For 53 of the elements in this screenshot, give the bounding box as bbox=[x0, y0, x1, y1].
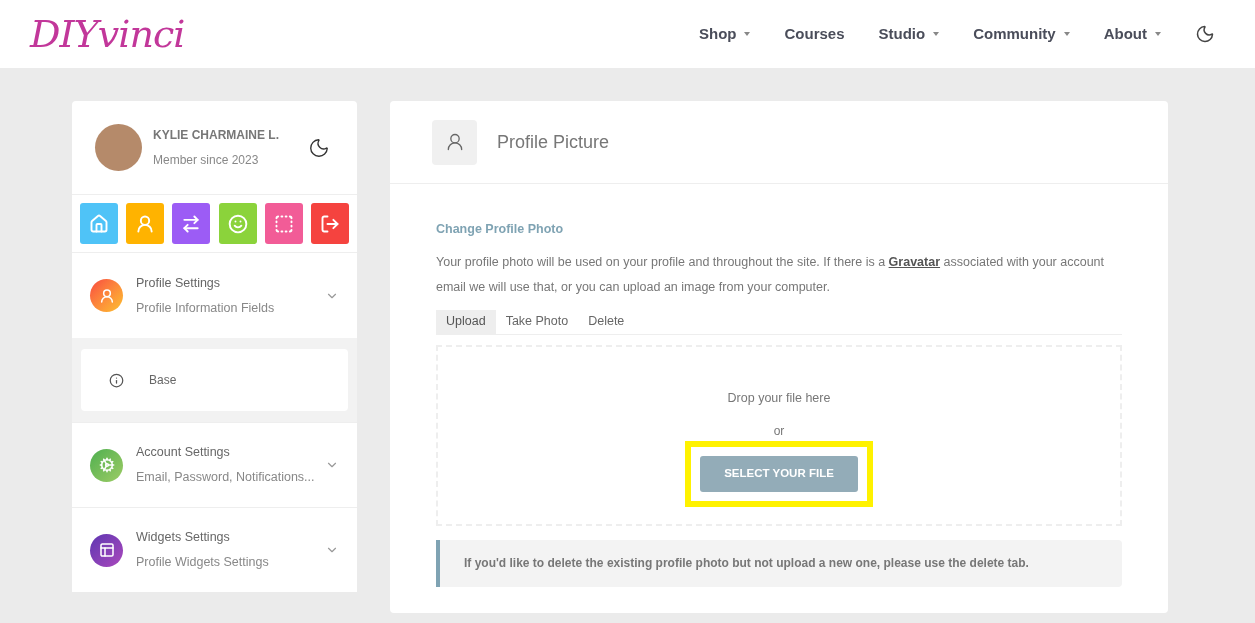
shortcut-tile[interactable] bbox=[264, 203, 303, 244]
shortcut-tile[interactable] bbox=[80, 203, 118, 244]
frame-icon bbox=[273, 213, 294, 234]
nav-link[interactable]: About bbox=[1103, 22, 1161, 46]
section-title: Profile Settings bbox=[136, 274, 222, 292]
house-icon bbox=[89, 213, 109, 234]
gravatar-link[interactable]: Gravatar bbox=[888, 254, 941, 269]
caret-icon bbox=[1155, 32, 1161, 36]
or-text: or bbox=[773, 422, 785, 440]
caret-icon bbox=[744, 32, 751, 36]
shortcut-tile[interactable] bbox=[126, 203, 165, 244]
moon-icon[interactable] bbox=[308, 136, 330, 159]
section-title: Account Settings bbox=[136, 444, 231, 462]
caret-icon bbox=[933, 32, 940, 36]
gears-icon bbox=[98, 457, 115, 473]
avatar-photo-placeholder bbox=[95, 124, 142, 171]
sub-menu-label: Base bbox=[149, 372, 177, 389]
nav-link[interactable]: Shop bbox=[699, 22, 751, 46]
exit-icon bbox=[319, 213, 340, 234]
page-title: Profile Picture bbox=[497, 130, 610, 154]
person-icon bbox=[135, 213, 156, 234]
person-icon bbox=[98, 287, 115, 304]
shortcut-tile[interactable] bbox=[172, 203, 211, 244]
section-subtitle: Email, Password, Notifications... bbox=[136, 469, 315, 486]
logo[interactable]: DIYvinci bbox=[30, 15, 185, 53]
tab[interactable]: Take Photo bbox=[495, 309, 579, 334]
smiley-icon bbox=[227, 213, 248, 234]
nav-link[interactable]: Studio bbox=[878, 22, 940, 46]
panel-icon bbox=[98, 542, 115, 558]
section-heading: Change Profile Photo bbox=[436, 221, 565, 238]
arrows-icon bbox=[181, 213, 202, 234]
moon-icon[interactable] bbox=[1195, 24, 1215, 44]
drop-hint: Drop your file here bbox=[727, 389, 831, 407]
sub-menu-item[interactable]: Base bbox=[81, 349, 348, 411]
settings-section[interactable]: Widgets Settings Profile Widgets Settings bbox=[72, 507, 357, 592]
shortcut-tile[interactable] bbox=[310, 203, 349, 244]
description-paragraph: Your profile photo will be used on your profile and throughout the site. If there is a Gravatar associated with your account email we will use that, or you can upload an image from your computer. bbox=[436, 253, 1106, 296]
section-title: Widgets Settings bbox=[136, 529, 231, 547]
tab[interactable]: Upload bbox=[436, 309, 496, 334]
section-subtitle: Profile Information Fields bbox=[136, 299, 275, 317]
shortcut-tile[interactable] bbox=[218, 203, 257, 244]
tab[interactable]: Delete bbox=[578, 309, 635, 334]
info-icon bbox=[109, 372, 124, 388]
section-subtitle: Profile Widgets Settings bbox=[136, 554, 269, 571]
drop-zone[interactable]: Drop your file here or SELECT YOUR FILE bbox=[436, 344, 1122, 526]
member-since: Member since 2023 bbox=[153, 152, 260, 169]
user-name: KYLIE CHARMAINE L. bbox=[153, 127, 279, 144]
settings-section[interactable]: Account Settings Email, Password, Notifications... bbox=[72, 422, 357, 507]
nav-link[interactable]: Courses bbox=[784, 22, 845, 46]
notice-text: If you'd like to delete the existing profile photo but not upload a new one, please use the delete tab. bbox=[464, 555, 1029, 573]
nav-link[interactable]: Community bbox=[973, 22, 1070, 46]
caret-icon bbox=[1063, 32, 1070, 36]
settings-section[interactable]: Profile Settings Profile Information Fields bbox=[72, 253, 357, 338]
